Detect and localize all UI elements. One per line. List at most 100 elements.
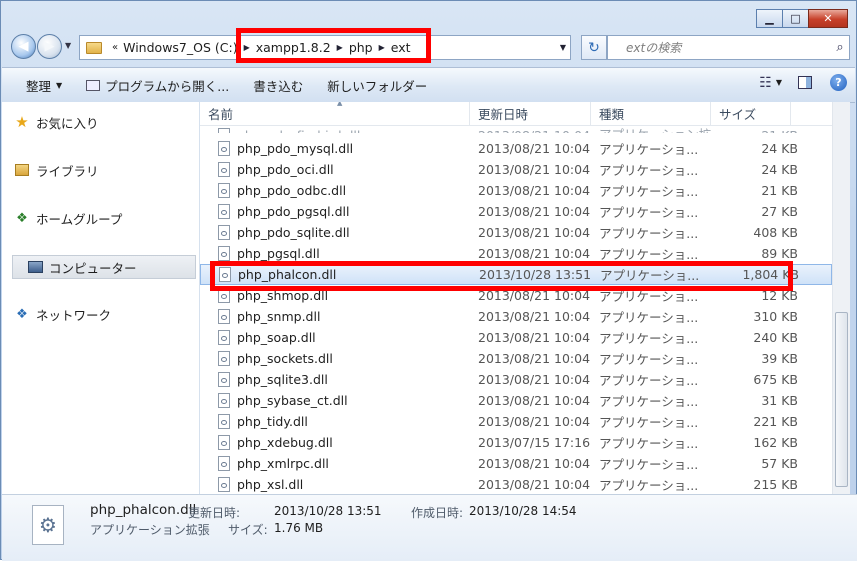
column-header-date[interactable]: 更新日時 — [470, 102, 591, 125]
file-size: 310 KB — [753, 309, 798, 324]
table-row[interactable]: php_xmlrpc.dll 2013/08/21 10:04 アプリケーショ...… — [200, 453, 832, 474]
file-name-cell: php_snmp.dll — [200, 309, 470, 324]
computer-icon — [27, 259, 43, 275]
nav-item-label: コンピューター — [49, 260, 137, 276]
nav-item-label: ライブラリ — [36, 163, 99, 179]
column-header: ▲ 名前 更新日時 種類 サイズ — [200, 102, 832, 126]
table-row[interactable]: php_xdebug.dll 2013/07/15 17:16 アプリケーショ...… — [200, 432, 832, 453]
close-button[interactable]: ✕ — [808, 9, 848, 28]
vertical-scrollbar[interactable] — [832, 102, 850, 494]
help-icon[interactable]: ? — [830, 74, 847, 91]
network-icon: ❖ — [16, 306, 28, 322]
dll-file-icon — [218, 204, 230, 219]
column-header-name[interactable]: ▲ 名前 — [200, 102, 470, 125]
details-modified-value: 2013/10/28 13:51 — [274, 504, 382, 518]
column-header-type[interactable]: 種類 — [591, 102, 711, 125]
details-size-value: 1.76 MB — [274, 521, 324, 535]
table-row[interactable]: php_snmp.dll 2013/08/21 10:04 アプリケーショ... 31… — [200, 306, 832, 327]
dll-file-icon — [218, 372, 230, 387]
minimize-button[interactable]: ▁ — [756, 9, 783, 28]
file-name-cell: php_pdo_mysql.dll — [200, 141, 470, 156]
file-date: 2013/08/21 10:04 — [478, 162, 591, 177]
file-name: php_snmp.dll — [237, 309, 321, 324]
forward-button[interactable]: ▶ — [37, 34, 62, 59]
table-row[interactable]: php_xsl.dll 2013/08/21 10:04 アプリケーショ... 215… — [200, 474, 832, 494]
file-date: 2013/08/21 10:04 — [470, 128, 591, 133]
dll-file-icon — [218, 128, 230, 133]
view-options-icon[interactable]: ☷ — [759, 75, 772, 91]
table-row[interactable]: php_sockets.dll 2013/08/21 10:04 アプリケーショ..… — [200, 348, 832, 369]
nav-item-favorites[interactable]: ★ お気に入り — [14, 111, 98, 133]
file-date: 2013/08/21 10:04 — [478, 183, 591, 198]
open-with-button[interactable]: プログラムから開く... — [74, 76, 241, 95]
arrow-left-icon: ◀ — [18, 39, 29, 54]
search-icon[interactable]: ⌕ — [831, 40, 849, 55]
file-type: アプリケーショ... — [599, 394, 699, 409]
table-row[interactable]: php_soap.dll 2013/08/21 10:04 アプリケーショ... 24… — [200, 327, 832, 348]
file-name-cell: php_pgsql.dll — [200, 246, 470, 261]
nav-item-computer[interactable]: コンピューター — [12, 255, 196, 279]
table-row[interactable]: php_pdo_pgsql.dll 2013/08/21 10:04 アプリケーショ… — [200, 201, 832, 222]
address-overflow[interactable]: « — [108, 42, 120, 53]
recent-pages-dropdown-icon[interactable]: ▼ — [65, 41, 71, 50]
file-date: 2013/08/21 10:04 — [478, 309, 591, 324]
table-row[interactable]: php_sybase_ct.dll 2013/08/21 10:04 アプリケーショ… — [200, 390, 832, 411]
table-row[interactable]: php_pdo_odbc.dll 2013/08/21 10:04 アプリケーショ.… — [200, 180, 832, 201]
star-icon: ★ — [15, 113, 29, 131]
breadcrumb-drive[interactable]: Windows7_OS (C:) — [120, 40, 240, 55]
maximize-button[interactable]: □ — [782, 9, 809, 28]
table-row[interactable]: php_pdo_oci.dll 2013/08/21 10:04 アプリケーショ..… — [200, 159, 832, 180]
refresh-button[interactable]: ↻ — [581, 35, 607, 60]
file-date: 2013/08/21 10:04 — [478, 351, 591, 366]
file-date: 2013/08/21 10:04 — [478, 225, 591, 240]
burn-button[interactable]: 書き込む — [241, 76, 315, 95]
file-name: php_sybase_ct.dll — [237, 393, 348, 408]
table-row[interactable]: php_pdo_mysql.dll 2013/08/21 10:04 アプリケーショ… — [200, 138, 832, 159]
organize-button[interactable]: 整理 ▼ — [2, 76, 74, 95]
details-file-name: php_phalcon.dll — [90, 502, 197, 518]
back-button[interactable]: ◀ — [11, 34, 36, 59]
file-date: 2013/08/21 10:04 — [478, 372, 591, 387]
file-type: アプリケーショ... — [599, 373, 699, 388]
address-dropdown-icon[interactable]: ▼ — [560, 43, 566, 52]
command-bar: 整理 ▼ プログラムから開く... 書き込む 新しいフォルダー ☷ ▼ ? — [2, 67, 855, 103]
file-size: 24 KB — [761, 141, 798, 156]
file-type: アプリケーショ... — [599, 436, 699, 451]
column-header-size[interactable]: サイズ — [711, 102, 791, 125]
table-row[interactable]: php_pdo_sqlite.dll 2013/08/21 10:04 アプリケーシ… — [200, 222, 832, 243]
file-size: 27 KB — [761, 204, 798, 219]
new-folder-label: 新しいフォルダー — [327, 78, 428, 94]
file-name: php_xmlrpc.dll — [237, 456, 329, 471]
file-type: アプリケーショ... — [599, 184, 699, 199]
file-type: アプリケーショ... — [599, 205, 699, 220]
preview-pane-icon[interactable] — [798, 76, 812, 89]
file-name-cell: php_pdo_firebird.dll — [200, 128, 470, 133]
search-box[interactable]: ⌕ — [607, 35, 850, 60]
file-type: アプリケーショ... — [599, 226, 699, 241]
dll-file-icon — [218, 225, 230, 240]
dll-file-icon: ⚙ — [32, 505, 64, 545]
search-input[interactable] — [608, 39, 831, 56]
file-date: 2013/08/21 10:04 — [478, 414, 591, 429]
nav-item-libraries[interactable]: ライブラリ — [14, 159, 99, 181]
file-name: php_pdo_oci.dll — [237, 162, 334, 177]
file-size: 675 KB — [753, 372, 798, 387]
nav-item-homegroup[interactable]: ❖ ホームグループ — [14, 207, 122, 229]
file-name: php_pdo_pgsql.dll — [237, 204, 350, 219]
view-dropdown-icon[interactable]: ▼ — [776, 78, 782, 87]
file-type: アプリケーショ... — [599, 478, 699, 493]
dll-file-icon — [218, 183, 230, 198]
scrollbar-thumb[interactable] — [835, 312, 848, 487]
arrow-right-icon: ▶ — [44, 39, 55, 54]
file-size: 89 KB — [761, 246, 798, 261]
homegroup-icon: ❖ — [16, 210, 28, 226]
file-size: 24 KB — [761, 162, 798, 177]
table-row[interactable]: php_tidy.dll 2013/08/21 10:04 アプリケーショ... 22… — [200, 411, 832, 432]
file-name: php_pdo_odbc.dll — [237, 183, 347, 198]
nav-item-network[interactable]: ❖ ネットワーク — [14, 303, 111, 325]
dll-file-icon — [218, 246, 230, 261]
table-row[interactable]: php_sqlite3.dll 2013/08/21 10:04 アプリケーショ..… — [200, 369, 832, 390]
file-type: アプリケーショ... — [599, 415, 699, 430]
dll-file-icon — [218, 351, 230, 366]
new-folder-button[interactable]: 新しいフォルダー — [315, 76, 439, 95]
